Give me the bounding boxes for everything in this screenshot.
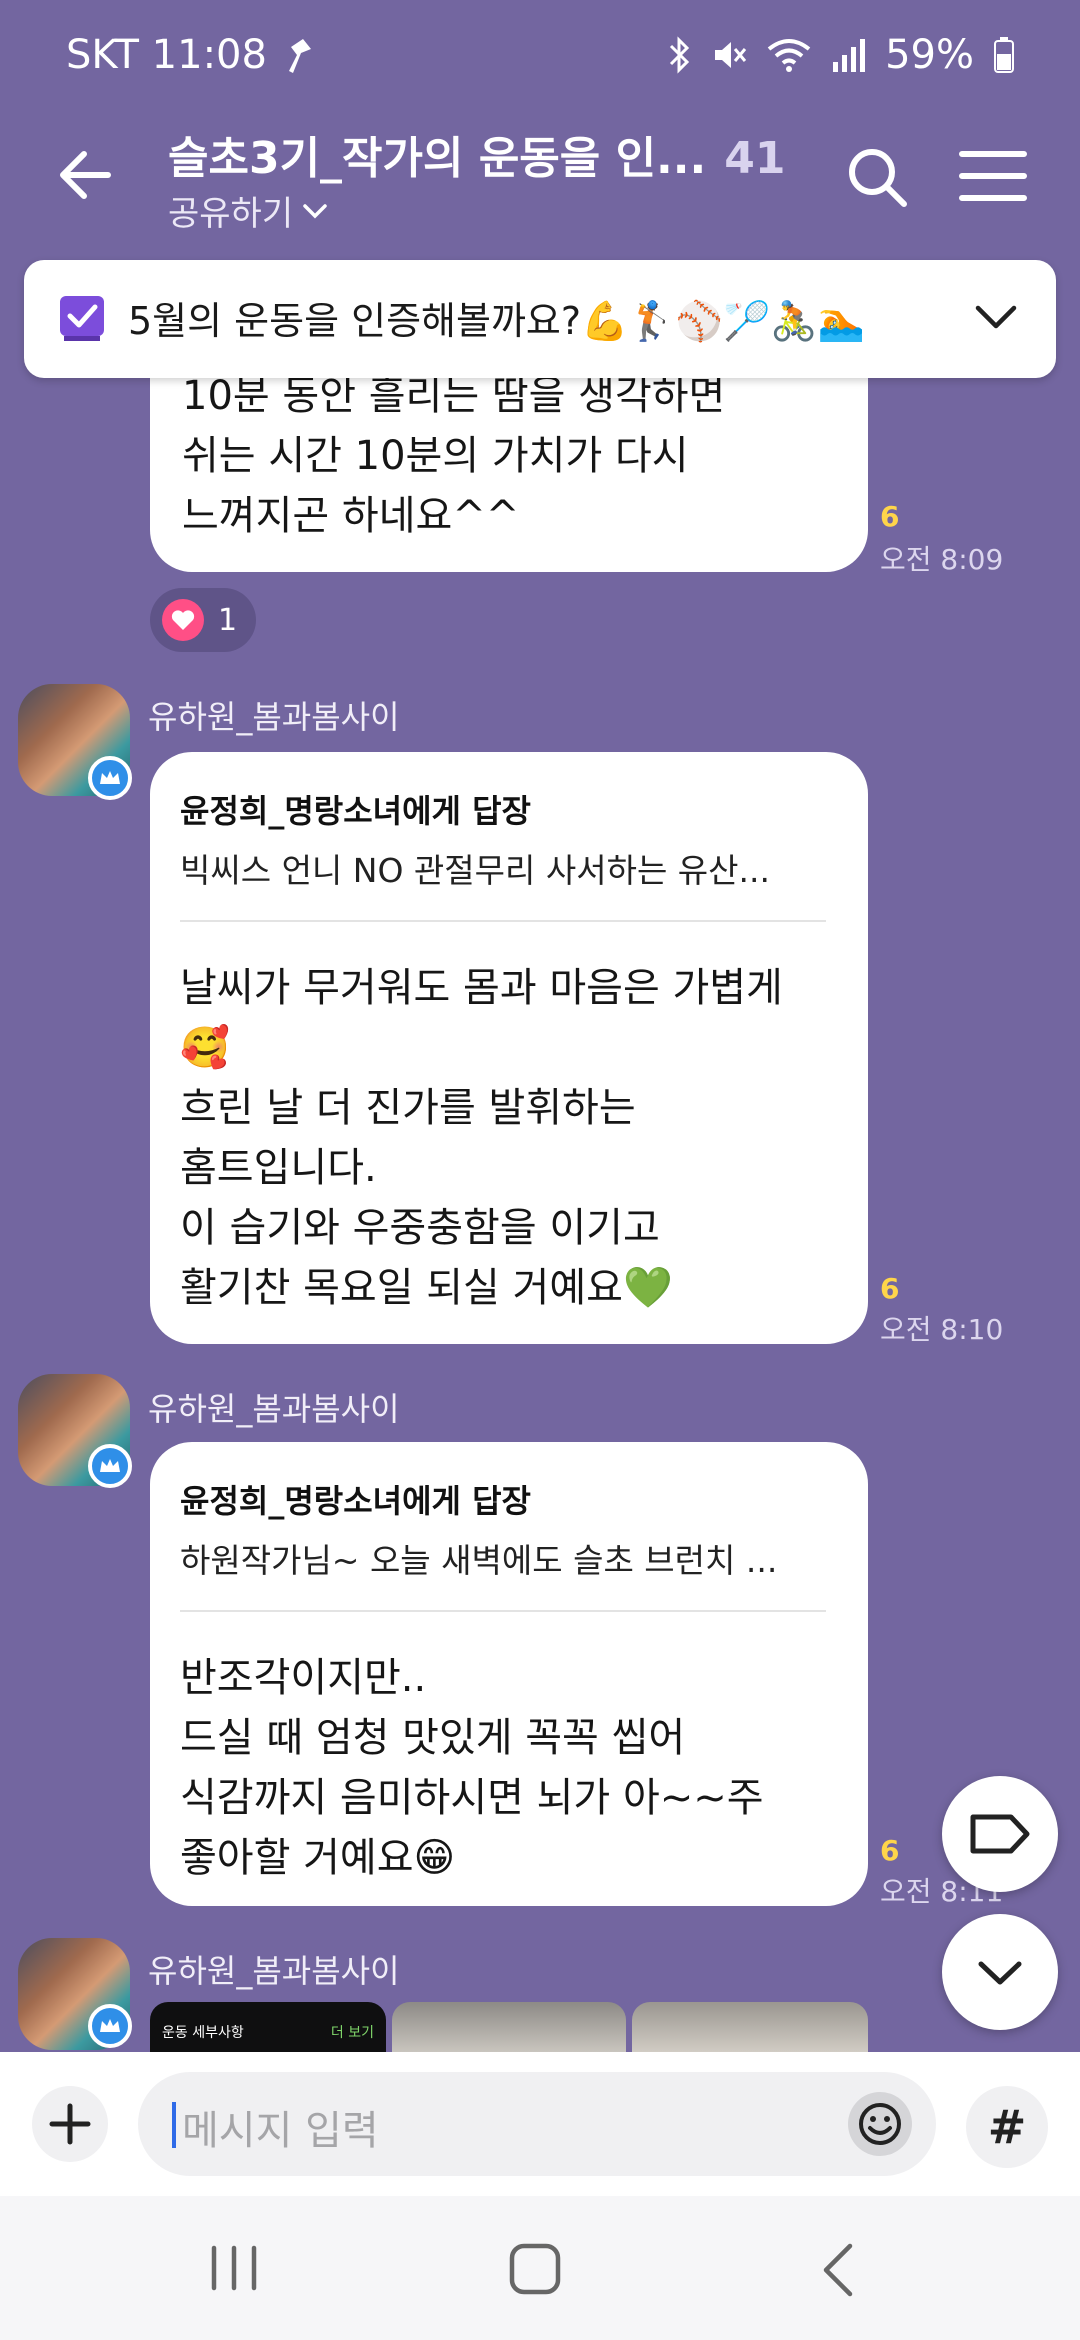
chevron-down-icon [978,1961,1022,1985]
message-time: 오전 8:10 [880,1313,1004,1346]
divider [180,1610,826,1612]
tag-icon [970,1814,1030,1854]
share-label: 공유하기 [168,194,294,234]
chat-title[interactable]: 슬초3기_작가의 운동을 인... 41 [168,122,785,186]
sender-name[interactable]: 유하원_봄과봄사이 [148,692,400,738]
crown-icon [88,1444,132,1488]
message-time: 오전 8:09 [880,543,1004,576]
message-placeholder: 메시지 입력 [182,2108,379,2154]
battery-percent: 59% [885,32,974,78]
image-thumbnail[interactable] [632,2002,868,2052]
plus-button[interactable] [32,2086,108,2162]
share-dropdown[interactable]: 공유하기 [168,186,329,235]
image-thumbnail[interactable] [392,2002,626,2052]
status-bar: SKT 11:08 59% [0,0,1080,120]
hash-label: # [987,2100,1027,2154]
home-icon[interactable] [508,2242,562,2296]
image-caption-more: 더 보기 [330,2025,374,2041]
checkbox-icon [60,296,104,341]
chat-title-text: 슬초3기_작가의 운동을 인... [168,133,707,184]
crown-icon [88,2004,132,2048]
chevron-down-icon [303,203,327,218]
read-count: 6 [880,500,900,533]
reply-preview: 하원작가님~ 오늘 새벽에도 슬초 브런치 ... [180,1541,778,1580]
recents-icon[interactable] [206,2244,262,2292]
smiley-icon [859,2103,901,2145]
heart-icon [162,599,204,641]
bluetooth-icon [670,36,690,74]
message-text: 날씨가 무거워도 몸과 마음은 가볍게 🥰 흐린 날 더 진가를 발휘하는 홈트… [180,965,783,1311]
pin-icon [288,39,311,73]
message-text: 반조각이지만.. 드실 때 엄청 맛있게 꼭꼭 씹어 식감까지 음미하시면 뇌가… [180,1655,764,1881]
plus-icon [49,2103,91,2145]
member-count: 41 [724,133,786,184]
read-count: 6 [880,1834,900,1867]
divider [180,920,826,922]
menu-icon[interactable] [958,144,1028,208]
message-bubble[interactable]: 윤정희_명랑소녀에게 답장 빅씨스 언니 NO 관절무리 사서하는 유산... … [150,752,868,1344]
message-bubble[interactable]: 윤정희_명랑소녀에게 답장 하원작가님~ 오늘 새벽에도 슬초 브런치 ... … [150,1442,868,1906]
crown-icon [88,756,132,800]
message-text: 10분 동안 흘리는 땀을 생각하면 쉬는 시간 10분의 가치가 다시 느껴지… [182,373,726,539]
search-icon[interactable] [842,142,912,212]
reaction-count: 1 [218,602,238,638]
reply-to-label: 윤정희_명랑소녀에게 답장 [180,1482,531,1520]
pinned-notice[interactable]: 5월의 운동을 인증해볼까요?💪🏌️⚾🏸🚴🏊 [24,260,1056,378]
wifi-icon [767,39,811,72]
chevron-down-icon[interactable] [972,298,1020,338]
reaction-chip[interactable]: 1 [150,588,256,652]
back-icon[interactable] [818,2242,858,2298]
sender-name[interactable]: 유하원_봄과봄사이 [148,1946,400,1992]
tag-button[interactable] [942,1776,1058,1892]
signal-icon [833,39,866,72]
back-arrow-icon[interactable] [50,140,120,210]
image-caption: 운동 세부사항 [162,2025,244,2041]
message-input[interactable]: 메시지 입력 [138,2072,936,2176]
text-caret [172,2102,176,2148]
system-nav-bar [0,2196,1080,2340]
reply-to-label: 윤정희_명랑소녀에게 답장 [180,792,531,830]
read-count: 6 [880,1272,900,1305]
sender-name[interactable]: 유하원_봄과봄사이 [148,1384,400,1430]
emoji-button[interactable] [848,2092,912,2156]
image-thumbnail[interactable]: 운동 세부사항 더 보기 [150,2002,386,2052]
battery-icon [994,37,1014,73]
scroll-down-button[interactable] [942,1914,1058,2030]
hashtag-button[interactable]: # [966,2086,1048,2168]
carrier-time: SKT 11:08 [66,32,267,78]
reply-preview: 빅씨스 언니 NO 관절무리 사서하는 유산... [180,851,770,890]
mute-icon [715,42,747,68]
status-left: SKT 11:08 [66,32,315,78]
status-right: 59% [667,32,1014,78]
notice-text: 5월의 운동을 인증해볼까요?💪🏌️⚾🏸🚴🏊 [128,299,865,343]
